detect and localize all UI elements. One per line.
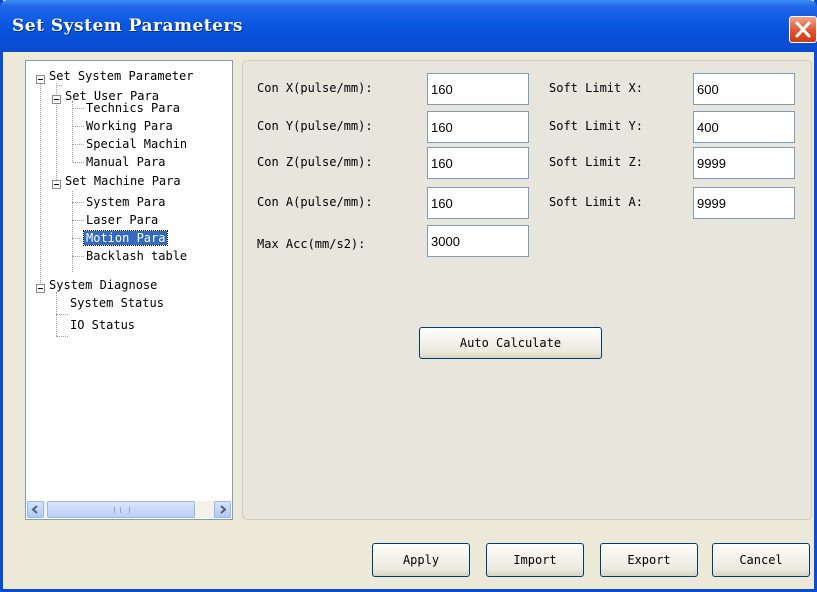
- soft-limit-a-label: Soft Limit A:: [549, 195, 643, 209]
- title-bar[interactable]: Set System Parameters: [0, 0, 817, 52]
- max-acc-field[interactable]: 3000: [427, 225, 529, 257]
- tree-node-laser-para[interactable]: Laser Para: [84, 211, 160, 229]
- tree-node-technics-para[interactable]: Technics Para: [84, 99, 182, 117]
- window-title: Set System Parameters: [12, 16, 243, 36]
- con-x-field[interactable]: 160: [427, 73, 529, 105]
- motion-parameters-panel: Con X(pulse/mm): 160 Soft Limit X: 600 C…: [242, 60, 812, 520]
- max-acc-label: Max Acc(mm/s2):: [257, 237, 366, 251]
- con-a-field[interactable]: 160: [427, 187, 529, 219]
- grip-icon: [114, 507, 130, 513]
- soft-limit-y-label: Soft Limit Y:: [549, 119, 643, 133]
- tree-node-motion-para[interactable]: Motion Para: [82, 229, 169, 247]
- soft-limit-a-field[interactable]: 9999: [693, 187, 795, 219]
- tree-node-backlash-table[interactable]: Backlash table: [84, 247, 189, 265]
- collapse-icon[interactable]: [52, 95, 61, 104]
- con-a-label: Con A(pulse/mm):: [257, 195, 373, 209]
- con-z-label: Con Z(pulse/mm):: [257, 155, 373, 169]
- con-y-field[interactable]: 160: [427, 111, 529, 143]
- tree-node-system-diagnose[interactable]: System Diagnose: [47, 276, 159, 294]
- import-button[interactable]: Import: [486, 543, 584, 577]
- tree-horizontal-scrollbar[interactable]: [27, 501, 231, 518]
- con-z-field[interactable]: 160: [427, 147, 529, 179]
- auto-calculate-button[interactable]: Auto Calculate: [419, 327, 602, 359]
- set-system-parameters-dialog: Set System Parameters Set System Paramet…: [0, 0, 817, 592]
- tree-node-system-status[interactable]: System Status: [68, 294, 166, 312]
- con-y-label: Con Y(pulse/mm):: [257, 119, 373, 133]
- scroll-left-button[interactable]: [27, 501, 44, 518]
- tree-node-manual-para[interactable]: Manual Para: [84, 153, 167, 171]
- soft-limit-z-field[interactable]: 9999: [693, 147, 795, 179]
- scroll-right-button[interactable]: [214, 501, 231, 518]
- tree-node-set-system-parameter[interactable]: Set System Parameter: [47, 67, 196, 85]
- close-button[interactable]: [789, 16, 817, 43]
- settings-tree[interactable]: Set System Parameter Set User Para Techn…: [25, 60, 233, 520]
- soft-limit-x-label: Soft Limit X:: [549, 81, 643, 95]
- soft-limit-x-field[interactable]: 600: [693, 73, 795, 105]
- tree-node-special-machin[interactable]: Special Machin: [84, 135, 189, 153]
- apply-button[interactable]: Apply: [372, 543, 470, 577]
- tree-node-system-para[interactable]: System Para: [84, 193, 167, 211]
- chevron-left-icon: [31, 505, 38, 514]
- tree-node-io-status[interactable]: IO Status: [68, 316, 137, 334]
- soft-limit-y-field[interactable]: 400: [693, 111, 795, 143]
- close-icon: [795, 21, 811, 38]
- scroll-thumb[interactable]: [47, 501, 195, 518]
- chevron-right-icon: [220, 505, 227, 514]
- soft-limit-z-label: Soft Limit Z:: [549, 155, 643, 169]
- collapse-icon[interactable]: [36, 284, 45, 293]
- collapse-icon[interactable]: [36, 75, 45, 84]
- cancel-button[interactable]: Cancel: [712, 543, 810, 577]
- collapse-icon[interactable]: [52, 180, 61, 189]
- con-x-label: Con X(pulse/mm):: [257, 81, 373, 95]
- tree-node-working-para[interactable]: Working Para: [84, 117, 175, 135]
- export-button[interactable]: Export: [600, 543, 698, 577]
- tree-node-set-machine-para[interactable]: Set Machine Para: [63, 172, 183, 190]
